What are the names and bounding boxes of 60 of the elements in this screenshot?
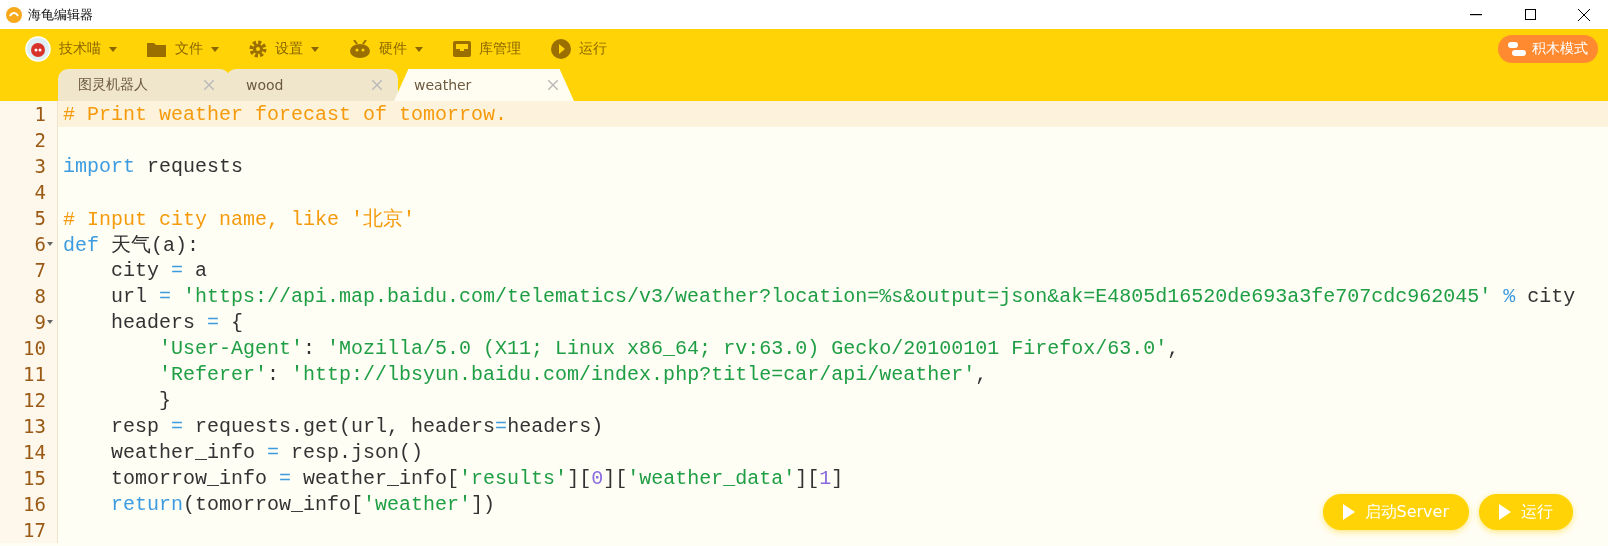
fold-caret-icon[interactable]	[47, 320, 53, 324]
close-icon[interactable]	[372, 80, 382, 90]
line-number: 16	[23, 493, 46, 515]
blocks-icon	[1508, 42, 1526, 56]
code-line: city = a	[110, 258, 208, 282]
toolbar-menu[interactable]: 设置	[234, 29, 334, 69]
line-number: 2	[34, 129, 46, 151]
line-number: 8	[34, 285, 46, 307]
code-line: # Print weather forecast of tomorrow.	[62, 102, 508, 126]
line-number: 6	[34, 233, 46, 255]
code-line: weather_info = resp.json()	[110, 440, 424, 464]
line-number: 17	[23, 519, 46, 541]
window-title: 海龟编辑器	[28, 5, 94, 24]
line-number: 14	[23, 441, 46, 463]
folder-icon	[147, 40, 167, 58]
avatar-icon	[25, 36, 51, 62]
line-number: 3	[34, 155, 46, 177]
fold-caret-icon[interactable]	[47, 242, 53, 246]
toolbar-menu[interactable]: 技术喵	[10, 29, 132, 69]
play-icon	[1342, 504, 1355, 520]
play-icon	[1499, 504, 1511, 520]
line-number: 12	[23, 389, 46, 411]
code-line: def 天气(a):	[62, 232, 200, 258]
line-number: 9	[34, 311, 46, 333]
line-number: 11	[23, 363, 46, 385]
line-number: 15	[23, 467, 46, 489]
code-line: resp = requests.get(url, headers=headers)	[110, 414, 604, 438]
line-number: 7	[34, 259, 46, 281]
toolbar-menu[interactable]: 文件	[132, 29, 234, 69]
robot-icon	[349, 40, 371, 58]
close-icon	[1578, 8, 1590, 21]
line-number: 5	[34, 207, 46, 229]
line-number: 10	[23, 337, 46, 359]
block-mode-button[interactable]: 积木模式	[1498, 35, 1598, 63]
editor-tab[interactable]: 图灵机器人	[58, 69, 230, 101]
toolbar-menu[interactable]: 库管理	[438, 29, 536, 69]
line-number: 4	[34, 181, 46, 203]
code-line: }	[158, 388, 172, 412]
code-line: tomorrow_info = weather_info['results'][0]['weather_data'][1]	[110, 466, 844, 490]
editor-tab[interactable]: weather	[394, 69, 574, 101]
code-line: # Input city name, like '北京'	[62, 206, 416, 232]
code-line: 'Referer': 'http://lbsyun.baidu.com/index.php?title=car/api/weather',	[158, 362, 988, 386]
code-line: url = 'https://api.map.baidu.com/telematics/v3/weather?location=%s&output=json&ak=E4805d16520de693a3fe707cdc962045' % city	[110, 284, 1576, 308]
maximize-icon	[1524, 9, 1536, 20]
close-icon[interactable]	[548, 80, 558, 90]
line-number: 13	[23, 415, 46, 437]
line-number: 1	[34, 103, 46, 125]
logo-icon	[6, 6, 22, 23]
tray-icon	[453, 41, 471, 57]
toolbar-menu[interactable]: 运行	[536, 29, 622, 69]
close-icon[interactable]	[204, 80, 214, 90]
code-line: import requests	[62, 154, 244, 178]
editor-tab[interactable]: wood	[226, 69, 398, 101]
code-line: 'User-Agent': 'Mozilla/5.0 (X11; Linux x86_64; rv:63.0) Gecko/20100101 Firefox/63.0',	[158, 336, 1180, 360]
gear-icon	[249, 40, 267, 58]
code-line: headers = {	[110, 310, 244, 334]
toolbar-menu[interactable]: 硬件	[334, 29, 438, 69]
code-line: return(tomorrow_info['weather'])	[110, 492, 496, 516]
play-circle-icon	[551, 39, 571, 59]
minimize-icon	[1470, 13, 1482, 16]
